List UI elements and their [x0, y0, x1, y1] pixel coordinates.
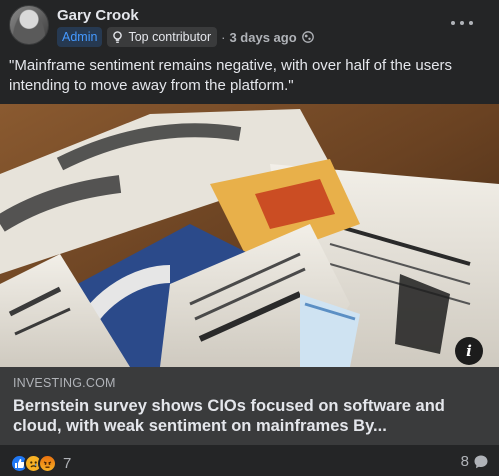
author-avatar[interactable] [9, 5, 49, 45]
angry-reaction-icon [38, 453, 57, 473]
link-title[interactable]: Bernstein survey shows CIOs focused on s… [13, 396, 483, 436]
link-preview-image[interactable]: i [0, 104, 499, 367]
post-card: Gary Crook Admin Top contributor · 3 day… [0, 0, 499, 476]
link-domain: INVESTING.COM [13, 376, 116, 390]
admin-badge[interactable]: Admin [57, 27, 103, 47]
post-meta: Admin Top contributor · 3 days ago [57, 27, 314, 47]
more-options-icon[interactable] [451, 17, 473, 29]
reactions-summary[interactable]: 7 [10, 453, 71, 473]
post-time[interactable]: 3 days ago [229, 30, 296, 45]
info-icon[interactable]: i [455, 337, 483, 365]
post-header: Gary Crook Admin Top contributor · 3 day… [9, 5, 489, 47]
newspapers-image [0, 104, 499, 367]
reaction-count: 7 [63, 454, 72, 472]
link-preview[interactable]: INVESTING.COM Bernstein survey shows CIO… [0, 367, 499, 445]
post-text: "Mainframe sentiment remains negative, w… [9, 57, 453, 94]
comment-icon [474, 455, 488, 468]
post-footer: 7 8 [10, 450, 489, 476]
author-name[interactable]: Gary Crook [57, 7, 139, 24]
top-contributor-badge[interactable]: Top contributor [107, 27, 218, 47]
meta-separator: · [221, 29, 226, 45]
globe-icon [301, 31, 314, 43]
top-contributor-label: Top contributor [128, 30, 212, 44]
comment-summary[interactable]: 8 [461, 453, 489, 470]
top-contributor-icon [113, 30, 123, 43]
comment-count: 8 [460, 453, 469, 470]
